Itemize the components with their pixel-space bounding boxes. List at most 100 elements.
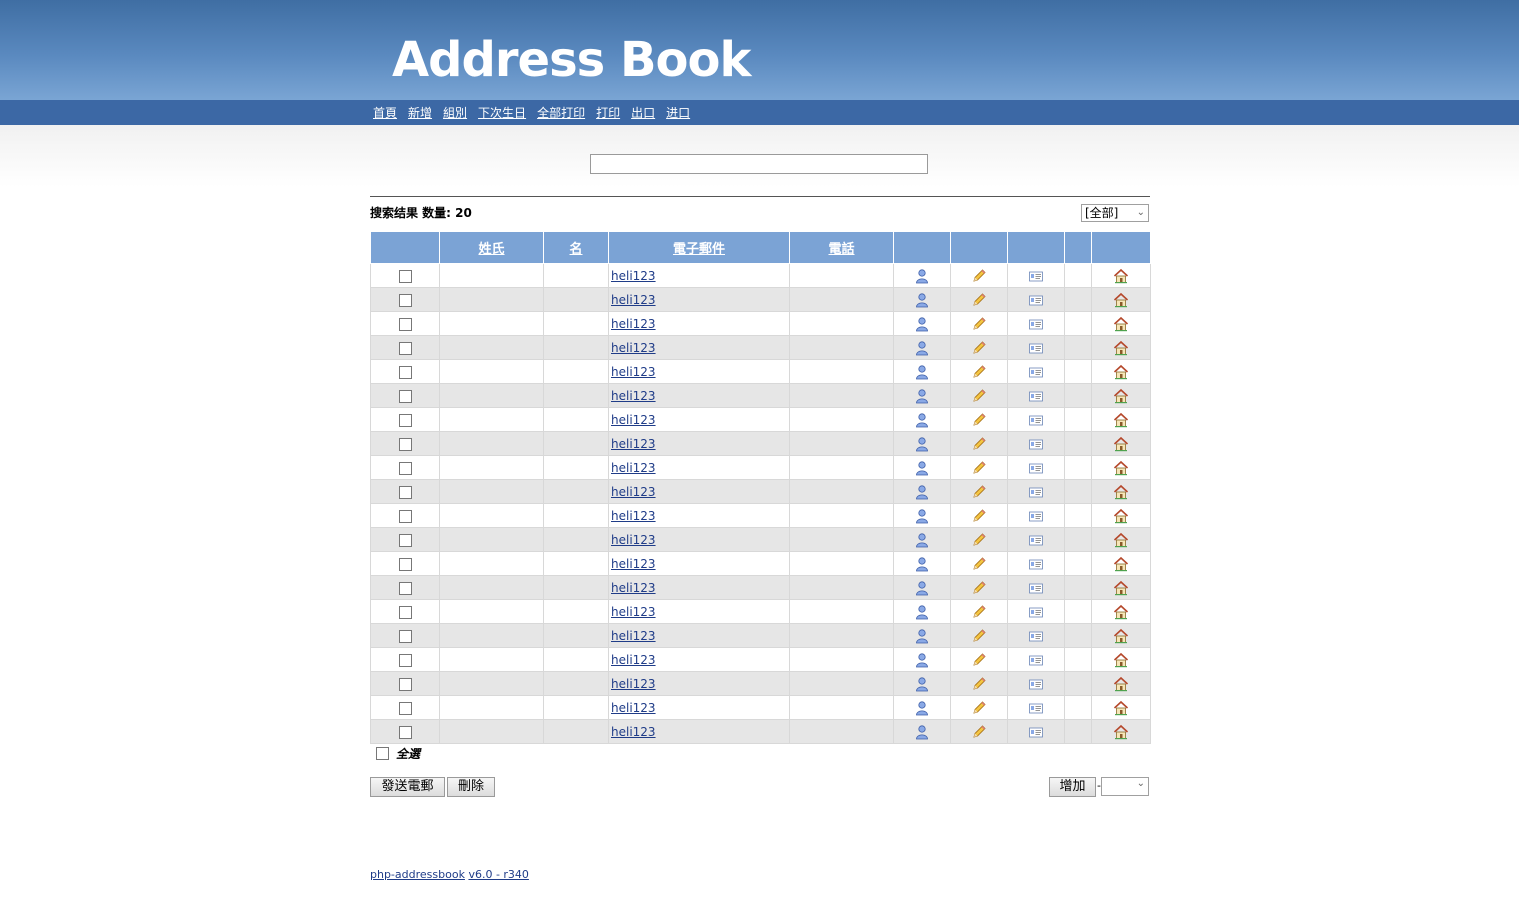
email-link[interactable]: heli123: [611, 365, 656, 379]
edit-pencil-icon[interactable]: [971, 340, 987, 356]
edit-pencil-icon[interactable]: [971, 460, 987, 476]
edit-pencil-icon[interactable]: [971, 292, 987, 308]
homepage-house-icon[interactable]: [1113, 412, 1129, 428]
email-link[interactable]: heli123: [611, 341, 656, 355]
col-header-email[interactable]: 電子郵件: [608, 231, 790, 264]
email-link[interactable]: heli123: [611, 269, 656, 283]
homepage-house-icon[interactable]: [1113, 460, 1129, 476]
details-person-icon[interactable]: [914, 292, 930, 308]
homepage-house-icon[interactable]: [1113, 676, 1129, 692]
details-person-icon[interactable]: [914, 412, 930, 428]
edit-pencil-icon[interactable]: [971, 628, 987, 644]
footer-app-link[interactable]: php-addressbook: [370, 868, 465, 881]
homepage-house-icon[interactable]: [1113, 532, 1129, 548]
select-all[interactable]: 全選: [376, 745, 420, 762]
homepage-house-icon[interactable]: [1113, 268, 1129, 284]
nav-groups[interactable]: 組別: [443, 104, 467, 121]
nav-import[interactable]: 进口: [666, 104, 690, 121]
nav-print[interactable]: 打印: [596, 104, 620, 121]
homepage-house-icon[interactable]: [1113, 628, 1129, 644]
nav-home[interactable]: 首頁: [373, 104, 397, 121]
vcard-icon[interactable]: [1028, 388, 1044, 404]
edit-pencil-icon[interactable]: [971, 700, 987, 716]
row-checkbox[interactable]: [398, 509, 412, 523]
send-email-button[interactable]: 發送電郵: [370, 777, 445, 797]
edit-pencil-icon[interactable]: [971, 268, 987, 284]
row-checkbox[interactable]: [398, 437, 412, 451]
col-header-phone[interactable]: 電話: [789, 231, 894, 264]
edit-pencil-icon[interactable]: [971, 580, 987, 596]
edit-pencil-icon[interactable]: [971, 388, 987, 404]
vcard-icon[interactable]: [1028, 652, 1044, 668]
email-link[interactable]: heli123: [611, 677, 656, 691]
row-checkbox[interactable]: [398, 389, 412, 403]
details-person-icon[interactable]: [914, 340, 930, 356]
edit-pencil-icon[interactable]: [971, 532, 987, 548]
details-person-icon[interactable]: [914, 604, 930, 620]
row-checkbox[interactable]: [398, 341, 412, 355]
add-group-select[interactable]: ⌄: [1101, 777, 1149, 796]
homepage-house-icon[interactable]: [1113, 364, 1129, 380]
vcard-icon[interactable]: [1028, 676, 1044, 692]
details-person-icon[interactable]: [914, 724, 930, 740]
edit-pencil-icon[interactable]: [971, 652, 987, 668]
vcard-icon[interactable]: [1028, 364, 1044, 380]
email-link[interactable]: heli123: [611, 629, 656, 643]
homepage-house-icon[interactable]: [1113, 388, 1129, 404]
details-person-icon[interactable]: [914, 316, 930, 332]
details-person-icon[interactable]: [914, 436, 930, 452]
edit-pencil-icon[interactable]: [971, 556, 987, 572]
edit-pencil-icon[interactable]: [971, 484, 987, 500]
row-checkbox[interactable]: [398, 485, 412, 499]
email-link[interactable]: heli123: [611, 413, 656, 427]
vcard-icon[interactable]: [1028, 292, 1044, 308]
add-to-group-button[interactable]: 增加: [1049, 777, 1096, 797]
edit-pencil-icon[interactable]: [971, 316, 987, 332]
edit-pencil-icon[interactable]: [971, 508, 987, 524]
vcard-icon[interactable]: [1028, 460, 1044, 476]
vcard-icon[interactable]: [1028, 532, 1044, 548]
homepage-house-icon[interactable]: [1113, 484, 1129, 500]
nav-add-new[interactable]: 新增: [408, 104, 432, 121]
details-person-icon[interactable]: [914, 508, 930, 524]
email-link[interactable]: heli123: [611, 461, 656, 475]
email-link[interactable]: heli123: [611, 509, 656, 523]
row-checkbox[interactable]: [398, 557, 412, 571]
edit-pencil-icon[interactable]: [971, 436, 987, 452]
col-header-lastname[interactable]: 姓氏: [439, 231, 544, 264]
edit-pencil-icon[interactable]: [971, 412, 987, 428]
vcard-icon[interactable]: [1028, 724, 1044, 740]
details-person-icon[interactable]: [914, 676, 930, 692]
details-person-icon[interactable]: [914, 652, 930, 668]
email-link[interactable]: heli123: [611, 437, 656, 451]
email-link[interactable]: heli123: [611, 605, 656, 619]
row-checkbox[interactable]: [398, 533, 412, 547]
vcard-icon[interactable]: [1028, 700, 1044, 716]
email-link[interactable]: heli123: [611, 725, 656, 739]
details-person-icon[interactable]: [914, 460, 930, 476]
row-checkbox[interactable]: [398, 725, 412, 739]
vcard-icon[interactable]: [1028, 556, 1044, 572]
homepage-house-icon[interactable]: [1113, 580, 1129, 596]
vcard-icon[interactable]: [1028, 268, 1044, 284]
select-all-checkbox[interactable]: [376, 747, 389, 760]
row-checkbox[interactable]: [398, 629, 412, 643]
vcard-icon[interactable]: [1028, 580, 1044, 596]
row-checkbox[interactable]: [398, 701, 412, 715]
email-link[interactable]: heli123: [611, 485, 656, 499]
nav-print-all[interactable]: 全部打印: [537, 104, 585, 121]
homepage-house-icon[interactable]: [1113, 700, 1129, 716]
details-person-icon[interactable]: [914, 484, 930, 500]
details-person-icon[interactable]: [914, 364, 930, 380]
homepage-house-icon[interactable]: [1113, 436, 1129, 452]
homepage-house-icon[interactable]: [1113, 316, 1129, 332]
row-checkbox[interactable]: [398, 581, 412, 595]
homepage-house-icon[interactable]: [1113, 508, 1129, 524]
edit-pencil-icon[interactable]: [971, 364, 987, 380]
email-link[interactable]: heli123: [611, 701, 656, 715]
homepage-house-icon[interactable]: [1113, 340, 1129, 356]
row-checkbox[interactable]: [398, 293, 412, 307]
homepage-house-icon[interactable]: [1113, 292, 1129, 308]
nav-next-birthdays[interactable]: 下次生日: [478, 104, 526, 121]
details-person-icon[interactable]: [914, 532, 930, 548]
